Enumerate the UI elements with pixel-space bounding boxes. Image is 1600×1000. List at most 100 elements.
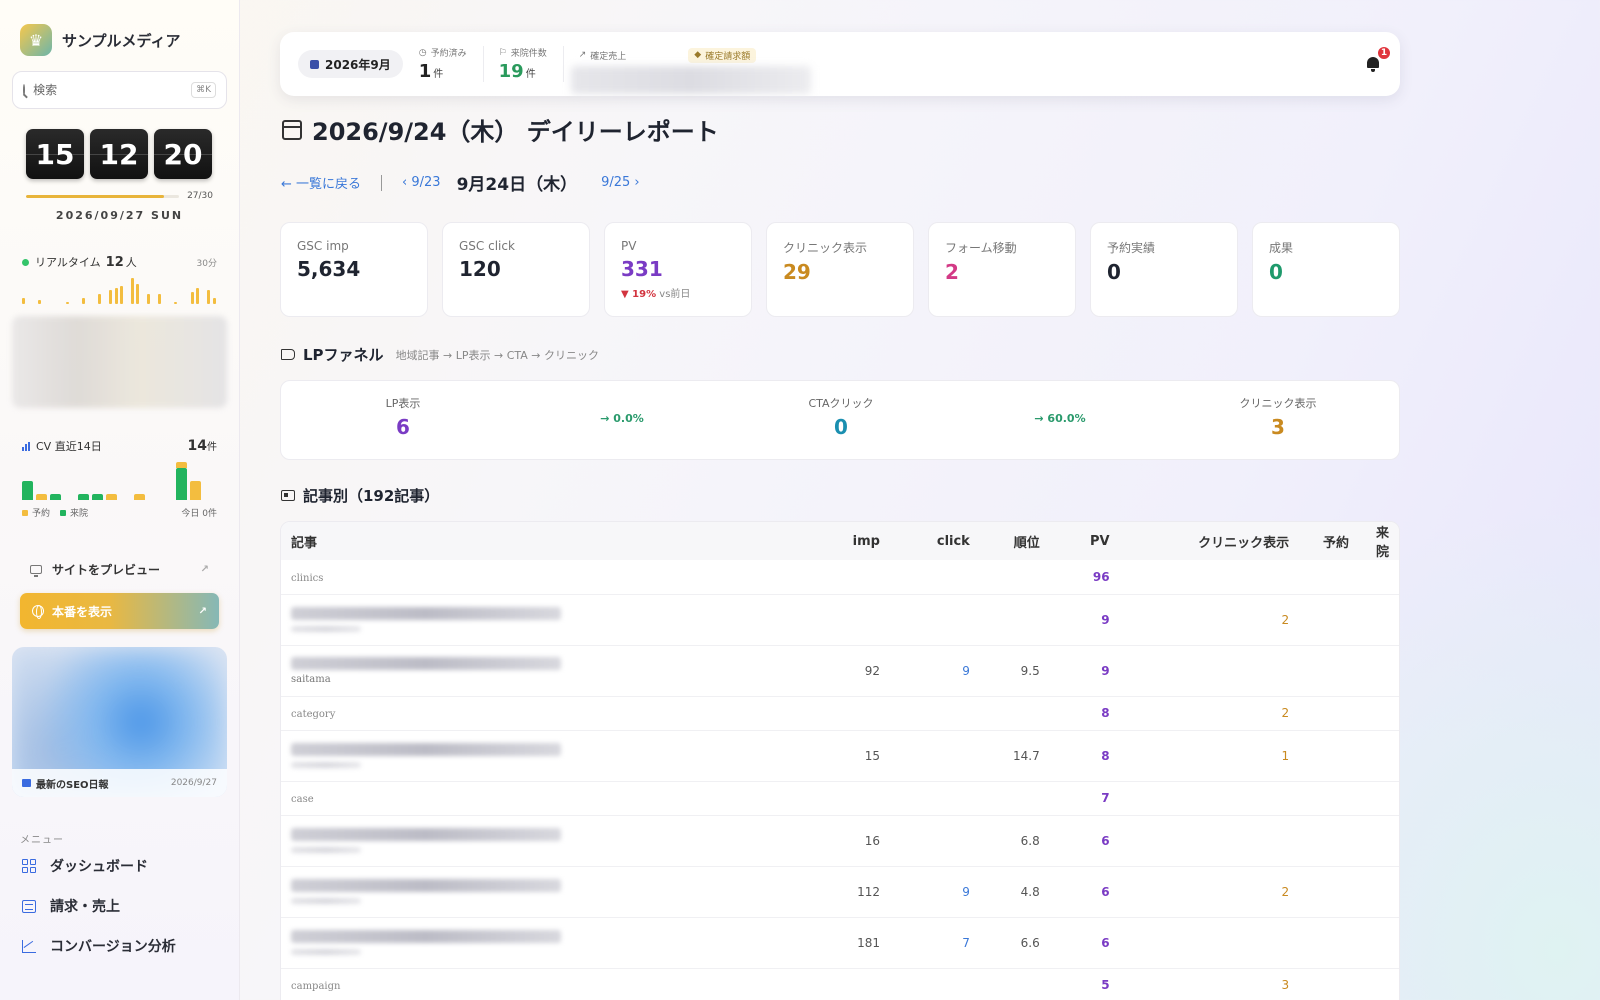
- category-row[interactable]: category 8 2: [281, 696, 1399, 731]
- reservations-cell: [1299, 917, 1359, 969]
- col-pv[interactable]: PV: [1050, 522, 1120, 560]
- article-cell[interactable]: [281, 917, 811, 969]
- prev-day-link[interactable]: ‹ 9/23: [402, 175, 441, 190]
- external-link-icon: ↗: [200, 563, 209, 575]
- legend-visit: 来院: [70, 509, 89, 519]
- funnel-step-label: LP表示: [385, 397, 421, 410]
- realtime-header: リアルタイム 12 人 30分: [0, 254, 239, 270]
- kpi-card: 予約実績 0: [1090, 222, 1238, 317]
- rank-cell: [979, 781, 1050, 816]
- category-row[interactable]: clinics 96: [281, 560, 1399, 595]
- col-click[interactable]: click: [890, 522, 980, 560]
- category-row[interactable]: case 7: [281, 781, 1399, 816]
- col-imp[interactable]: imp: [810, 522, 890, 560]
- funnel-step-value: 3: [1271, 415, 1285, 439]
- article-cell[interactable]: [281, 815, 811, 867]
- production-label: 本番を表示: [52, 604, 113, 619]
- realtime-bar: [22, 298, 25, 304]
- menu-item-dashboard[interactable]: ダッシュボード: [0, 846, 239, 886]
- day-navigation: ← 一覧に戻る ‹ 9/23 9月24日（木） 9/25 ›: [281, 170, 640, 195]
- clinic-views-cell: [1119, 781, 1300, 816]
- rank-cell: 4.8: [979, 866, 1050, 918]
- reservations-cell: [1299, 815, 1359, 867]
- next-day-link[interactable]: 9/25 ›: [601, 175, 640, 190]
- kpi-label: GSC imp: [297, 239, 349, 253]
- table-row[interactable]: 15 14.7 8 1: [281, 730, 1399, 782]
- clock-icon: ◷: [418, 47, 427, 58]
- realtime-bar: [120, 286, 123, 304]
- kpi-cards: GSC imp 5,634 GSC click 120 PV 331 ▼ 19%…: [280, 222, 1400, 317]
- cv-legend: 予約 来院 今日 0件: [0, 506, 239, 519]
- search-icon: [23, 84, 26, 96]
- visits-cell: [1358, 594, 1399, 646]
- redacted-slug: [291, 626, 361, 632]
- page-title-row: 2026/9/24（木） デイリーレポート: [282, 112, 719, 147]
- category-row[interactable]: campaign 5 3: [281, 968, 1399, 1000]
- kpi-card: GSC imp 5,634: [280, 222, 428, 317]
- click-cell: [889, 730, 980, 782]
- menu-item-conversion[interactable]: コンバージョン分析: [0, 926, 239, 966]
- table-row[interactable]: 181 7 6.6 6: [281, 917, 1399, 969]
- cv-visit-bar: [92, 493, 103, 500]
- cv-reserve-bar: [106, 493, 117, 500]
- stat-reserved-value: 1件: [419, 61, 467, 82]
- stat-reserved-number: 1: [418, 61, 432, 82]
- col-visits[interactable]: 来院: [1359, 522, 1399, 560]
- current-day: 9月24日（木）: [456, 175, 578, 195]
- visits-cell: [1358, 560, 1399, 595]
- reservations-cell: [1299, 781, 1359, 816]
- col-reservations[interactable]: 予約: [1299, 522, 1359, 560]
- realtime-bar: [212, 298, 216, 304]
- article-cell[interactable]: [281, 594, 811, 646]
- search-box[interactable]: ⌘K: [12, 71, 227, 109]
- stat-visits-value: 19 件: [499, 61, 547, 82]
- redacted-slug: [291, 847, 361, 853]
- category-cell: clinics: [281, 560, 811, 595]
- visits-cell: [1358, 815, 1399, 867]
- imp-cell: 16: [810, 815, 890, 867]
- col-article[interactable]: 記事: [281, 522, 810, 560]
- col-clinic-views[interactable]: クリニック表示: [1120, 522, 1299, 560]
- category-label: category: [291, 709, 336, 720]
- seo-report-card[interactable]: 最新のSEO日報 2026/9/27: [12, 647, 227, 797]
- month-selector[interactable]: 2026年9月: [298, 50, 403, 78]
- reservations-cell: [1299, 645, 1359, 697]
- realtime-bar: [130, 278, 134, 304]
- article-cell[interactable]: [281, 730, 811, 782]
- preview-site-link[interactable]: サイトをプレビュー ↗: [20, 557, 219, 581]
- col-rank[interactable]: 順位: [980, 522, 1050, 560]
- search-input[interactable]: [33, 83, 184, 97]
- clinic-views-cell: 2: [1119, 696, 1300, 731]
- article-cell[interactable]: [281, 866, 811, 918]
- visits-cell: [1358, 917, 1399, 969]
- click-cell: 9: [889, 866, 980, 918]
- rank-cell: 14.7: [979, 730, 1050, 782]
- sidebar: ♛ サンプルメディア ⌘K 15 12 20 27/30 2026/09/27 …: [0, 0, 240, 1000]
- menu-item-billing[interactable]: 請求・売上: [0, 886, 239, 926]
- cv-today: 今日 0件: [181, 509, 217, 519]
- realtime-bar: [158, 294, 162, 304]
- funnel-step: クリニック表示 3: [1240, 395, 1317, 439]
- stat-sales: ↗ 確定売上 ◆ 確定請求額: [562, 44, 863, 94]
- table-row[interactable]: 16 6.8 6: [281, 815, 1399, 867]
- funnel-rate: → 0.0%: [600, 412, 644, 425]
- notification-button[interactable]: 1: [1364, 45, 1392, 73]
- back-to-list-link[interactable]: ← 一覧に戻る: [281, 173, 361, 192]
- down-triangle-icon: ▼: [621, 289, 633, 300]
- reservations-cell: [1299, 594, 1359, 646]
- month-progress-track: [26, 194, 180, 198]
- imp-cell: 92: [810, 645, 890, 697]
- legend-reserve-swatch: [22, 509, 28, 516]
- category-cell: category: [281, 696, 811, 731]
- articles-heading: 記事別（192記事）: [281, 485, 439, 506]
- table-row[interactable]: saitama 92 9 9.5 9: [281, 645, 1399, 697]
- cv-total: 14件: [188, 438, 217, 454]
- bell-clapper: [1371, 69, 1375, 72]
- view-production-button[interactable]: 本番を表示 ↗: [20, 593, 219, 629]
- brand[interactable]: ♛ サンプルメディア: [0, 0, 239, 56]
- article-cell[interactable]: saitama: [281, 645, 811, 697]
- table-row[interactable]: 92: [281, 594, 1399, 646]
- table-row[interactable]: 112 9 4.8 6 2: [281, 866, 1399, 918]
- redacted-article-title: [291, 828, 561, 841]
- realtime-bar: [114, 288, 118, 304]
